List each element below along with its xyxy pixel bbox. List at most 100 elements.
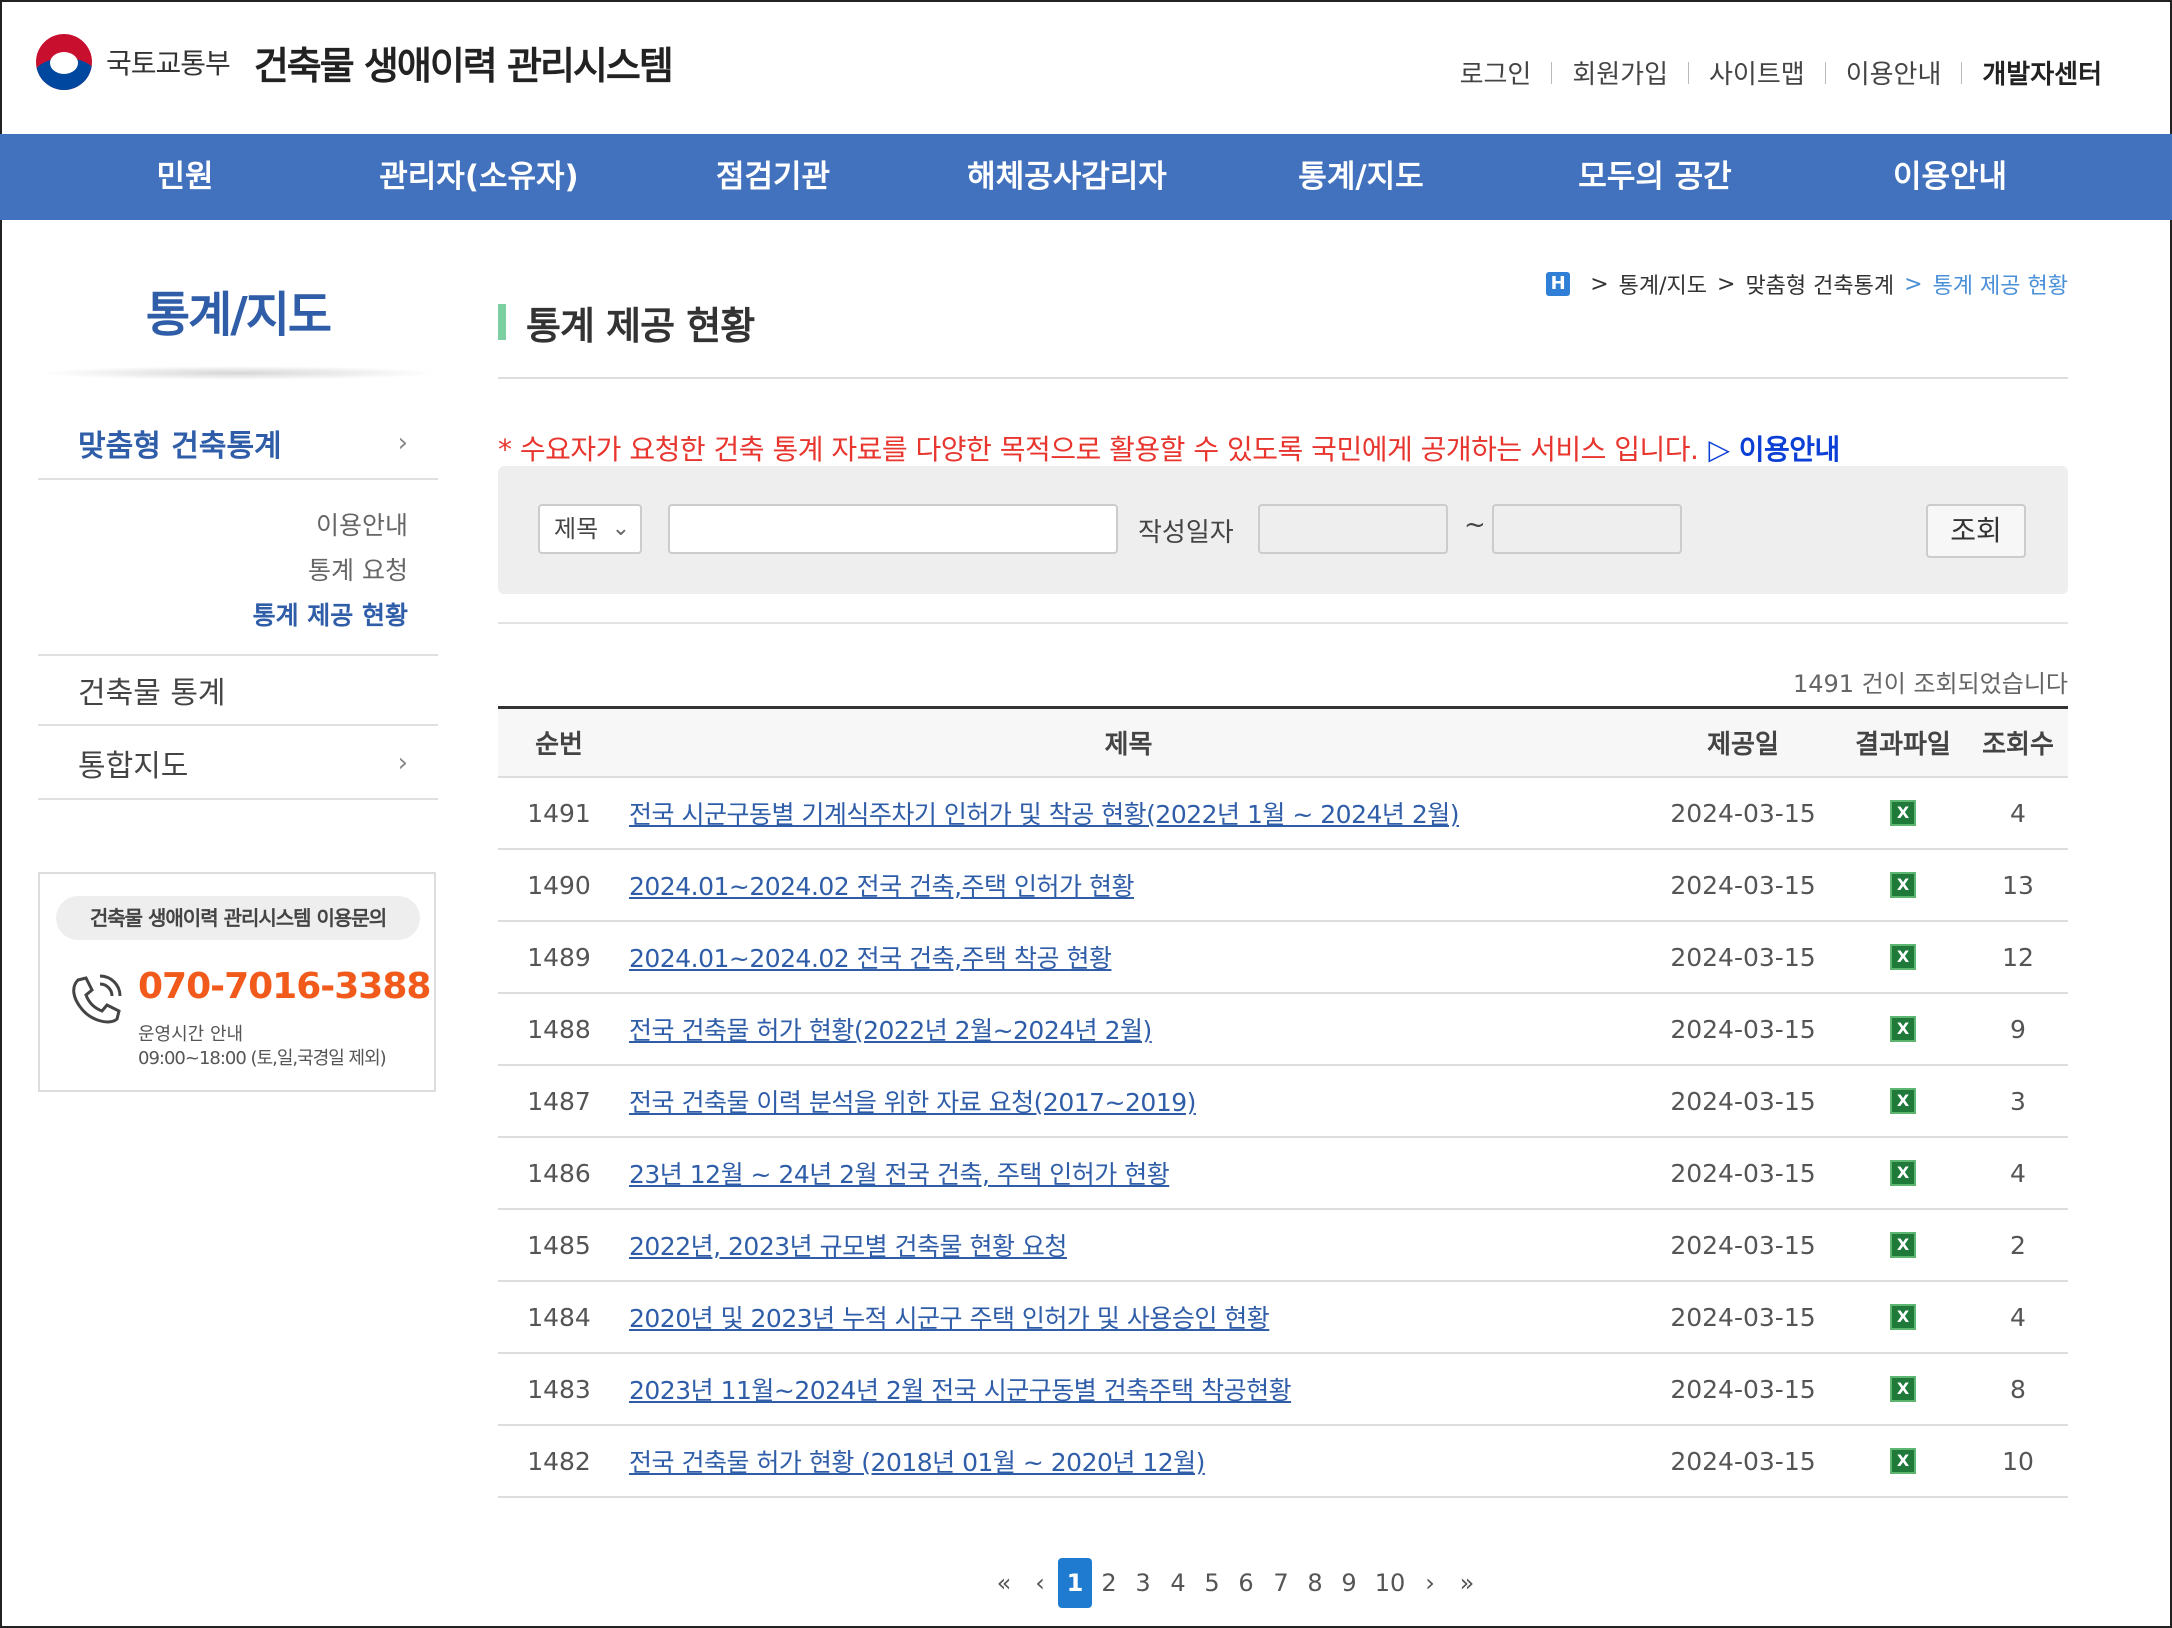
sidebar-item-custom-statistics[interactable]: 맞춤형 건축통계 › [38,408,438,480]
row-title-link[interactable]: 2024.01~2024.02 전국 건축,주택 착공 현황 [629,939,1112,975]
breadcrumb-item[interactable]: 통계/지도 [1619,268,1707,300]
breadcrumb-separator: > [1590,271,1609,297]
excel-file-icon[interactable] [1890,800,1916,826]
row-file-cell [1838,1066,1968,1136]
site-logo[interactable]: 국토교통부 건축물 생애이력 관리시스템 [36,34,674,90]
home-icon[interactable]: H [1546,272,1571,296]
page-button[interactable]: 7 [1273,1558,1288,1608]
first-page-button[interactable]: « [997,1558,1012,1608]
nav-demolition-supervisor[interactable]: 해체공사감리자 [967,134,1167,220]
row-title-link[interactable]: 전국 시군구동별 기계식주차기 인허가 및 착공 현황(2022년 1월 ~ 2… [629,795,1459,831]
dev-center-link[interactable]: 개발자센터 [1962,54,2102,91]
table-row: 1489 2024.01~2024.02 전국 건축,주택 착공 현황 2024-0… [498,922,2068,994]
excel-file-icon[interactable] [1890,1448,1916,1474]
end-date-input[interactable] [1492,504,1682,554]
prev-page-button[interactable]: ‹ [1035,1558,1045,1608]
signup-link[interactable]: 회원가입 [1552,54,1688,91]
page-button[interactable]: 6 [1238,1558,1253,1608]
ministry-name: 국토교통부 [106,47,231,80]
divider [498,377,2068,379]
excel-file-icon[interactable] [1890,1376,1916,1402]
submenu-item-request[interactable]: 통계 요청 [308,551,408,587]
page-button[interactable]: 3 [1135,1558,1150,1608]
breadcrumb-current: 통계 제공 현황 [1932,274,2068,299]
breadcrumb: H > 통계/지도 > 맞춤형 건축통계 > 통계 제공 현황 [1546,268,2068,300]
divider [498,622,2068,624]
breadcrumb-item[interactable]: 맞춤형 건축통계 [1745,268,1894,300]
page-title: 통계 제공 현황 [498,300,755,348]
table-row: 1488 전국 건축물 허가 현황(2022년 2월~2024년 2월) 2024-… [498,994,2068,1066]
last-page-button[interactable]: » [1460,1558,1475,1608]
nav-inspection-agency[interactable]: 점검기관 [716,134,830,220]
excel-file-icon[interactable] [1890,1232,1916,1258]
row-title-link[interactable]: 2020년 및 2023년 누적 시군구 주택 인허가 및 사용승인 현황 [629,1299,1270,1335]
sidebar-item-label: 통합지도 [78,749,189,784]
nav-guide[interactable]: 이용안내 [1893,134,2007,220]
service-notice: * 수요자가 요청한 건축 통계 자료를 다양한 목적으로 활용할 수 있도록 … [498,428,1840,468]
nav-shared-space[interactable]: 모두의 공간 [1578,134,1731,220]
row-title-cell: 전국 시군구동별 기계식주차기 인허가 및 착공 현황(2022년 1월 ~ 2… [629,778,1629,848]
row-date: 2024-03-15 [1670,942,1816,972]
search-keyword-input[interactable] [668,504,1118,554]
table-row: 1486 23년 12월 ~ 24년 2월 전국 건축, 주택 인허가 현황 202… [498,1138,2068,1210]
search-type-select[interactable]: 제목 ⌄ [538,504,642,554]
excel-file-icon[interactable] [1890,1016,1916,1042]
title-accent-bar [498,304,506,340]
submenu-item-guide[interactable]: 이용안내 [316,506,408,542]
excel-file-icon[interactable] [1890,872,1916,898]
row-number: 1484 [527,1302,591,1332]
row-title-cell: 23년 12월 ~ 24년 2월 전국 건축, 주택 인허가 현황 [629,1138,1629,1208]
phone-icon [64,970,126,1045]
page-button[interactable]: 9 [1341,1558,1356,1608]
hours-label: 운영시간 안내 [138,1024,244,1045]
row-views: 10 [2002,1446,2034,1476]
next-page-button[interactable]: › [1425,1558,1435,1608]
sitemap-link[interactable]: 사이트맵 [1689,54,1825,91]
row-number: 1482 [527,1446,591,1476]
search-form: 제목 ⌄ 작성일자 ~ 조회 [498,466,2068,594]
header-title: 제목 [1104,730,1153,760]
row-views: 9 [2010,1014,2026,1044]
guide-link[interactable]: 이용안내 [1826,54,1962,91]
guide-link[interactable]: ▷ 이용안내 [1708,433,1840,466]
page-button[interactable]: 10 [1375,1558,1406,1608]
page-button[interactable]: 4 [1170,1558,1185,1608]
sidebar-item-integrated-map[interactable]: 통합지도 › [38,728,438,800]
row-title-link[interactable]: 전국 건축물 허가 현황 (2018년 01월 ~ 2020년 12월) [629,1443,1205,1479]
sidebar-item-building-statistics[interactable]: 건축물 통계 [38,654,438,726]
row-number: 1488 [527,1014,591,1044]
submenu-item-provision-status[interactable]: 통계 제공 현황 [253,596,408,632]
page-button[interactable]: 1 [1058,1558,1092,1608]
row-title-link[interactable]: 2022년, 2023년 규모별 건축물 현황 요청 [629,1227,1067,1263]
row-title-link[interactable]: 전국 건축물 이력 분석을 위한 자료 요청(2017~2019) [629,1083,1196,1119]
row-file-cell [1838,1138,1968,1208]
excel-file-icon[interactable] [1890,1160,1916,1186]
page-button[interactable]: 8 [1307,1558,1322,1608]
row-title-cell: 2022년, 2023년 규모별 건축물 현황 요청 [629,1210,1629,1280]
nav-manager-owner[interactable]: 관리자(소유자) [379,134,578,220]
nav-statistics-map[interactable]: 통계/지도 [1298,134,1423,220]
search-button[interactable]: 조회 [1926,504,2026,558]
row-title-cell: 전국 건축물 허가 현황 (2018년 01월 ~ 2020년 12월) [629,1426,1629,1496]
row-title-cell: 전국 건축물 허가 현황(2022년 2월~2024년 2월) [629,994,1629,1064]
sidebar-title: 통계/지도 [145,287,332,343]
excel-file-icon[interactable] [1890,944,1916,970]
page-button[interactable]: 2 [1101,1558,1116,1608]
table-header: 순번 제목 제공일 결과파일 조회수 [498,706,2068,778]
excel-file-icon[interactable] [1890,1304,1916,1330]
row-file-cell [1838,1282,1968,1352]
row-title-link[interactable]: 전국 건축물 허가 현황(2022년 2월~2024년 2월) [629,1011,1152,1047]
row-title-link[interactable]: 2023년 11월~2024년 2월 전국 시군구동별 건축주택 착공현황 [629,1371,1292,1407]
page-button[interactable]: 5 [1204,1558,1219,1608]
row-title-link[interactable]: 2024.01~2024.02 전국 건축,주택 인허가 현황 [629,867,1134,903]
header-number: 순번 [535,730,583,760]
table-row: 1482 전국 건축물 허가 현황 (2018년 01월 ~ 2020년 12월)… [498,1426,2068,1498]
excel-file-icon[interactable] [1890,1088,1916,1114]
login-link[interactable]: 로그인 [1440,54,1552,91]
nav-civil-petition[interactable]: 민원 [156,134,213,220]
start-date-input[interactable] [1258,504,1448,554]
row-title-link[interactable]: 23년 12월 ~ 24년 2월 전국 건축, 주택 인허가 현황 [629,1155,1170,1191]
date-label: 작성일자 [1138,518,1234,548]
main-navigation: 민원 관리자(소유자) 점검기관 해체공사감리자 통계/지도 모두의 공간 이용… [0,134,2172,220]
utility-menu: 로그인 회원가입 사이트맵 이용안내 개발자센터 [1440,54,2102,91]
